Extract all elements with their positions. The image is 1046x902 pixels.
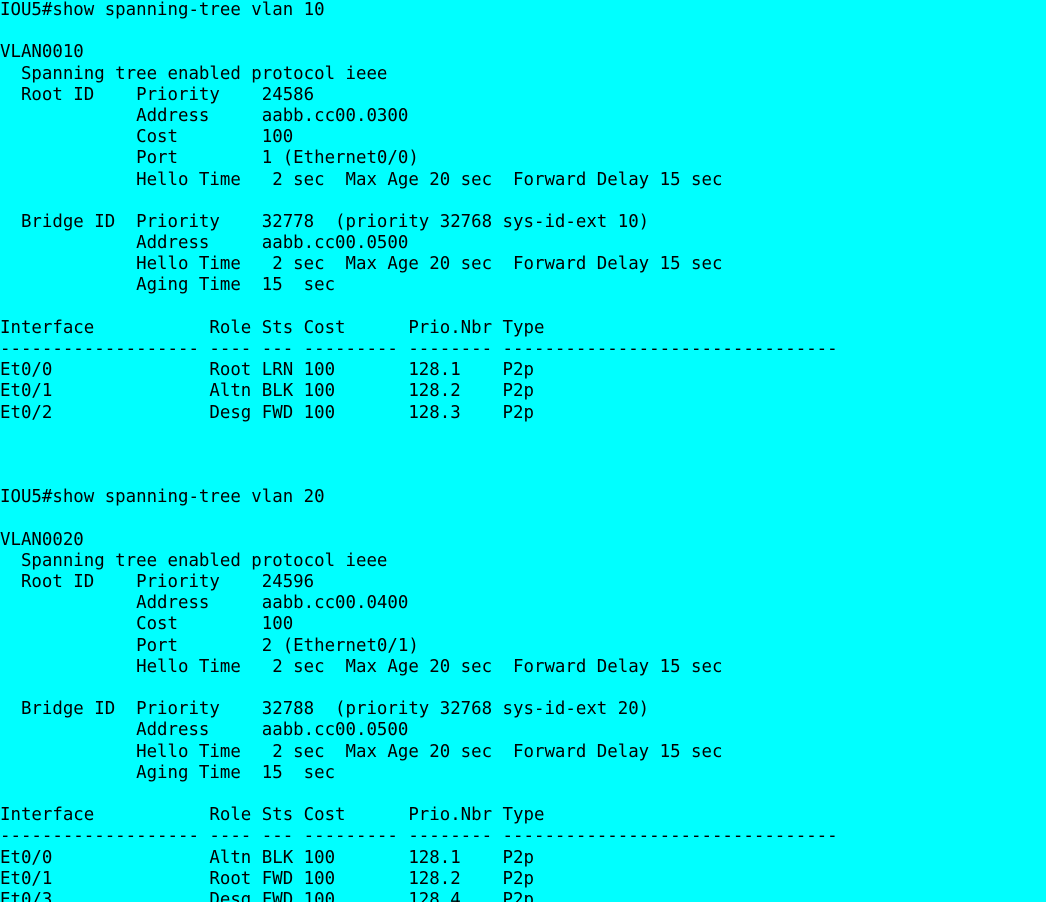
terminal-line: Address aabb.cc00.0400 [0, 593, 409, 614]
terminal-line: Spanning tree enabled protocol ieee [0, 63, 388, 84]
vlan-name-line: VLAN0010 [0, 42, 84, 63]
table-row: Et0/2 Desg FWD 100 128.3 P2p [0, 402, 534, 423]
terminal-line: Aging Time 15 sec [0, 275, 336, 296]
terminal-line: Hello Time 2 sec Max Age 20 sec Forward … [0, 169, 723, 190]
table-separator-line: ------------------- ---- --- --------- -… [0, 826, 838, 847]
table-header-line: Interface Role Sts Cost Prio.Nbr Type [0, 317, 545, 338]
terminal-line: Cost 100 [0, 614, 294, 635]
table-row: Et0/0 Root LRN 100 128.1 P2p [0, 360, 534, 381]
terminal-line: Hello Time 2 sec Max Age 20 sec Forward … [0, 656, 723, 677]
table-row: Et0/1 Root FWD 100 128.2 P2p [0, 868, 534, 889]
terminal-line: Address aabb.cc00.0300 [0, 105, 409, 126]
table-row: Et0/1 Altn BLK 100 128.2 P2p [0, 381, 534, 402]
terminal-line: Address aabb.cc00.0500 [0, 720, 409, 741]
root-id-line: Root ID Priority 24586 [0, 84, 315, 105]
root-id-line: Root ID Priority 24596 [0, 572, 315, 593]
terminal-output-pane[interactable]: IOU5#show spanning-tree vlan 10 VLAN0010… [0, 0, 1046, 902]
table-separator-line: ------------------- ---- --- --------- -… [0, 339, 838, 359]
terminal-line: Hello Time 2 sec Max Age 20 sec Forward … [0, 741, 723, 762]
terminal-line: Spanning tree enabled protocol ieee [0, 550, 388, 571]
vlan-name-line: VLAN0020 [0, 529, 84, 550]
terminal-line: Address aabb.cc00.0500 [0, 233, 409, 254]
command-prompt-line: IOU5#show spanning-tree vlan 20 [0, 487, 325, 508]
terminal-line: Hello Time 2 sec Max Age 20 sec Forward … [0, 254, 723, 275]
table-row: Et0/0 Altn BLK 100 128.1 P2p [0, 847, 534, 868]
terminal-line: Cost 100 [0, 127, 294, 148]
table-header-line: Interface Role Sts Cost Prio.Nbr Type [0, 805, 545, 826]
bridge-id-line: Bridge ID Priority 32778 (priority 32768… [0, 211, 650, 232]
bridge-id-line: Bridge ID Priority 32788 (priority 32768… [0, 699, 650, 720]
command-prompt-line: IOU5#show spanning-tree vlan 10 [0, 0, 325, 20]
terminal-line: Aging Time 15 sec [0, 762, 336, 783]
terminal-line: Port 1 (Ethernet0/0) [0, 148, 419, 169]
terminal-line: Port 2 (Ethernet0/1) [0, 635, 419, 656]
table-row: Et0/3 Desg FWD 100 128.4 P2p [0, 889, 534, 902]
